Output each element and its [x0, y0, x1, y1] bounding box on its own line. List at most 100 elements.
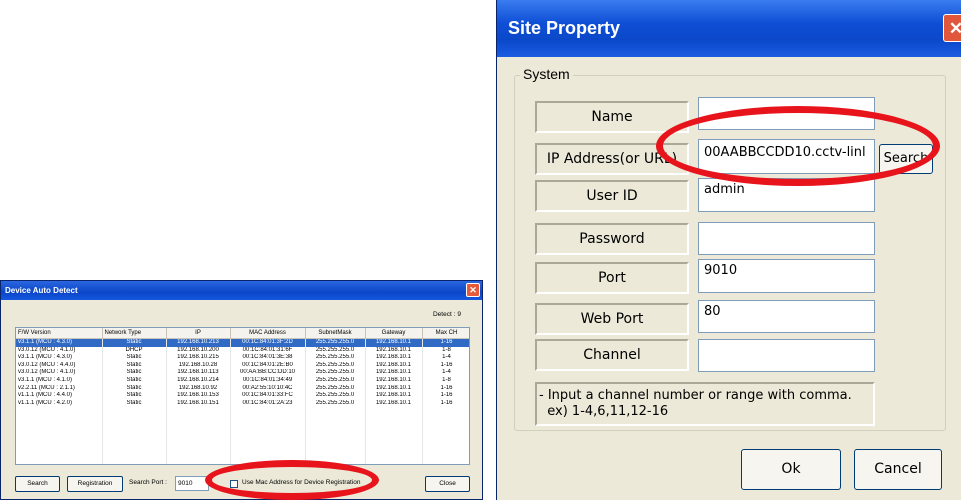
table-cell [102, 445, 167, 453]
empty-row [16, 437, 469, 446]
search-button[interactable]: Search [15, 476, 60, 492]
column-header[interactable]: MAC Address [230, 328, 306, 339]
table-row[interactable]: v3.0.12 (MCU : 4.1.0) Static 192.168.10.11… [16, 369, 469, 377]
channel-hint: - Input a channel number or range with c… [535, 382, 875, 426]
table-cell: 255.255.255.0 [305, 384, 366, 393]
table-row[interactable]: v3.1.1 (MCU : 4.1.0) Static 192.168.10.214… [16, 376, 469, 385]
device-list[interactable]: F/W Version Network Type IP MAC Address … [15, 327, 470, 465]
table-cell: DHCP [102, 346, 167, 355]
ip-address-label: IP Address(or URL) [535, 143, 689, 175]
site-property-titlebar[interactable]: Site Property ✕ [497, 0, 961, 57]
site-property-window: Site Property ✕ System Name IP Address(o… [496, 0, 961, 500]
table-cell: 255.255.255.0 [305, 346, 366, 355]
close-icon[interactable]: ✕ [466, 283, 480, 297]
device-auto-detect-titlebar[interactable]: Device Auto Detect ✕ [1, 281, 482, 300]
table-cell: 192.168.10.214 [166, 376, 231, 385]
table-cell [365, 414, 423, 423]
column-header[interactable]: Gateway [365, 328, 423, 339]
column-header[interactable]: Network Type [102, 328, 167, 339]
user-id-input[interactable]: admin [698, 178, 875, 212]
table-cell: Static [102, 384, 167, 393]
column-header[interactable]: SubnetMask [305, 328, 366, 339]
table-cell [102, 460, 167, 464]
table-cell [16, 460, 103, 464]
password-input[interactable] [698, 222, 875, 255]
table-cell [305, 452, 366, 461]
table-row[interactable]: v1.1.1 (MCU : 4.2.0) Static 192.168.10.151… [16, 399, 469, 408]
user-id-label: User ID [535, 180, 689, 212]
web-port-input[interactable]: 80 [698, 300, 875, 333]
table-cell: 1-4 [422, 354, 469, 362]
table-cell: 1-8 [422, 376, 469, 385]
table-cell: 192.168.10.113 [166, 369, 231, 377]
table-cell: 1-4 [422, 369, 469, 377]
ok-button[interactable]: Ok [741, 449, 841, 490]
table-row[interactable]: v1.1.1 (MCU : 4.4.0) Static 192.168.10.153… [16, 392, 469, 400]
table-cell [230, 407, 306, 415]
cancel-button[interactable]: Cancel [854, 449, 942, 490]
name-input[interactable] [698, 97, 875, 130]
table-cell [305, 437, 366, 446]
ip-address-input[interactable]: 00AABBCCDD10.cctv-linl [698, 139, 875, 174]
table-row[interactable]: v3.1.1 (MCU : 4.3.0) Static 192.168.10.213… [16, 338, 469, 347]
port-input[interactable]: 9010 [698, 259, 875, 293]
mac-registration-checkbox[interactable] [230, 480, 238, 488]
table-cell [16, 445, 103, 453]
empty-row [16, 414, 469, 423]
table-cell [166, 422, 231, 431]
table-cell: Static [102, 354, 167, 362]
table-cell [102, 430, 167, 438]
table-cell [166, 460, 231, 464]
table-row[interactable]: v2.2.11 (MCU : 2.1.1) Static 192.168.10.92… [16, 384, 469, 393]
table-cell [16, 452, 103, 461]
table-cell [230, 460, 306, 464]
table-row[interactable]: v3.0.12 (MCU : 4.1.0) DHCP 192.168.10.200 0… [16, 346, 469, 355]
system-group-label: System [520, 66, 573, 82]
table-cell [305, 422, 366, 431]
search-button[interactable]: Search [879, 144, 933, 174]
table-cell: 255.255.255.0 [305, 376, 366, 385]
table-row[interactable]: v3.1.1 (MCU : 4.3.0) Static 192.168.10.215… [16, 354, 469, 362]
port-label: Port [535, 262, 689, 294]
table-cell: 192.168.10.213 [166, 338, 231, 347]
table-cell: 192.168.10.153 [166, 392, 231, 400]
table-cell: Static [102, 338, 167, 347]
table-cell: 192.168.10.1 [365, 392, 423, 400]
window-title: Site Property [508, 18, 621, 38]
channel-hint-line: ex) 1-4,6,11,12-16 [539, 404, 669, 419]
close-icon[interactable]: ✕ [943, 14, 961, 42]
web-port-label: Web Port [535, 303, 689, 335]
password-label: Password [535, 223, 689, 255]
table-cell [102, 407, 167, 415]
table-cell: 192.168.10.1 [365, 376, 423, 385]
table-cell: 1-16 [422, 384, 469, 393]
table-cell: 192.168.10.28 [166, 361, 231, 370]
table-cell: 1-16 [422, 361, 469, 370]
column-header[interactable]: Max CH [422, 328, 469, 339]
channel-input[interactable] [698, 339, 875, 372]
channel-label: Channel [535, 339, 689, 371]
column-header[interactable]: F/W Version [16, 328, 103, 339]
table-row[interactable]: v3.0.12 (MCU : 4.4.0) Static 192.168.10.28… [16, 361, 469, 370]
table-cell: Static [102, 399, 167, 408]
window-title: Device Auto Detect [5, 286, 78, 295]
table-cell [16, 422, 103, 431]
table-cell: 255.255.255.0 [305, 354, 366, 362]
table-cell: Static [102, 361, 167, 370]
table-cell: Static [102, 392, 167, 400]
search-port-input[interactable]: 9010 [175, 476, 209, 491]
table-cell: v1.1.1 (MCU : 4.2.0) [16, 399, 103, 408]
mac-registration-label: Use Mac Address for Device Registration [242, 479, 361, 486]
channel-hint-line: - Input a channel number or range with c… [539, 388, 852, 403]
table-cell: 00:1C:84:01:33:FC [230, 392, 306, 400]
table-cell: 255.255.255.0 [305, 369, 366, 377]
empty-row [16, 460, 469, 464]
table-cell [102, 414, 167, 423]
registration-button[interactable]: Registration [67, 476, 123, 492]
table-cell [166, 445, 231, 453]
column-header[interactable]: IP [166, 328, 231, 339]
close-button[interactable]: Close [425, 476, 470, 492]
table-cell: 00:1C:84:01:2E:B0 [230, 361, 306, 370]
table-cell [365, 430, 423, 438]
table-cell: 00:1C:84:01:31:6F [230, 346, 306, 355]
